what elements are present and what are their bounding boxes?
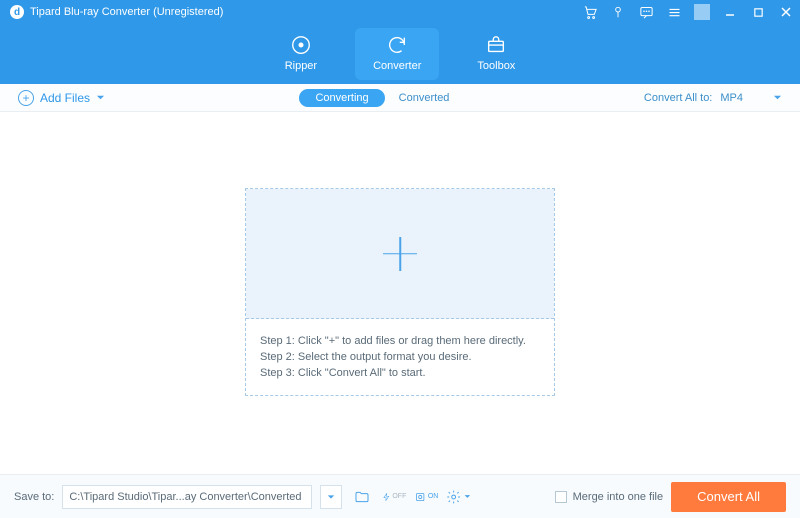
- maximize-button[interactable]: [750, 4, 766, 20]
- tab-toolbox-label: Toolbox: [477, 60, 515, 72]
- drop-zone: Step 1: Click "+" to add files or drag t…: [245, 188, 555, 396]
- minimize-button[interactable]: [722, 4, 738, 20]
- converter-icon: [386, 34, 408, 56]
- step-1: Step 1: Click "+" to add files or drag t…: [260, 335, 540, 347]
- ripper-icon: [290, 34, 312, 56]
- output-format-select[interactable]: MP4: [720, 92, 782, 104]
- step-2: Step 2: Select the output format you des…: [260, 351, 540, 363]
- hardware-accel-button[interactable]: OFF: [382, 485, 406, 509]
- divider: [694, 4, 710, 20]
- toolbox-icon: [485, 34, 507, 56]
- merge-into-one-checkbox[interactable]: Merge into one file: [555, 491, 664, 503]
- checkbox-icon: [555, 491, 567, 503]
- output-format-value: MP4: [720, 92, 743, 104]
- merge-label: Merge into one file: [573, 491, 664, 503]
- cart-icon[interactable]: [582, 4, 598, 20]
- gpu-button[interactable]: ON: [414, 485, 438, 509]
- save-path-field[interactable]: C:\Tipard Studio\Tipar...ay Converter\Co…: [62, 485, 312, 509]
- menu-icon[interactable]: [666, 4, 682, 20]
- settings-button[interactable]: [446, 485, 470, 509]
- plus-icon: +: [18, 90, 34, 106]
- path-dropdown-button[interactable]: [320, 485, 342, 509]
- tab-ripper[interactable]: Ripper: [267, 28, 335, 80]
- tab-converter[interactable]: Converter: [355, 28, 439, 80]
- tab-converter-label: Converter: [373, 60, 421, 72]
- plus-icon: [383, 237, 417, 271]
- convert-all-to-label: Convert All to:: [644, 92, 712, 104]
- app-logo: d: [10, 5, 24, 19]
- close-button[interactable]: [778, 4, 794, 20]
- converted-tab[interactable]: Converted: [399, 92, 450, 104]
- add-files-drop-area[interactable]: [246, 189, 554, 319]
- convert-all-button[interactable]: Convert All: [671, 482, 786, 512]
- add-files-button[interactable]: + Add Files: [18, 90, 105, 106]
- feedback-icon[interactable]: [638, 4, 654, 20]
- save-to-label: Save to:: [14, 491, 54, 503]
- chevron-down-icon: [773, 93, 782, 102]
- tab-toolbox[interactable]: Toolbox: [459, 28, 533, 80]
- converting-tab[interactable]: Converting: [299, 89, 384, 107]
- instructions: Step 1: Click "+" to add files or drag t…: [246, 319, 554, 395]
- tab-ripper-label: Ripper: [285, 60, 317, 72]
- register-icon[interactable]: [610, 4, 626, 20]
- step-3: Step 3: Click "Convert All" to start.: [260, 367, 540, 379]
- chevron-down-icon: [96, 93, 105, 102]
- app-title: Tipard Blu-ray Converter (Unregistered): [30, 6, 223, 18]
- open-folder-button[interactable]: [350, 485, 374, 509]
- add-files-label: Add Files: [40, 91, 90, 105]
